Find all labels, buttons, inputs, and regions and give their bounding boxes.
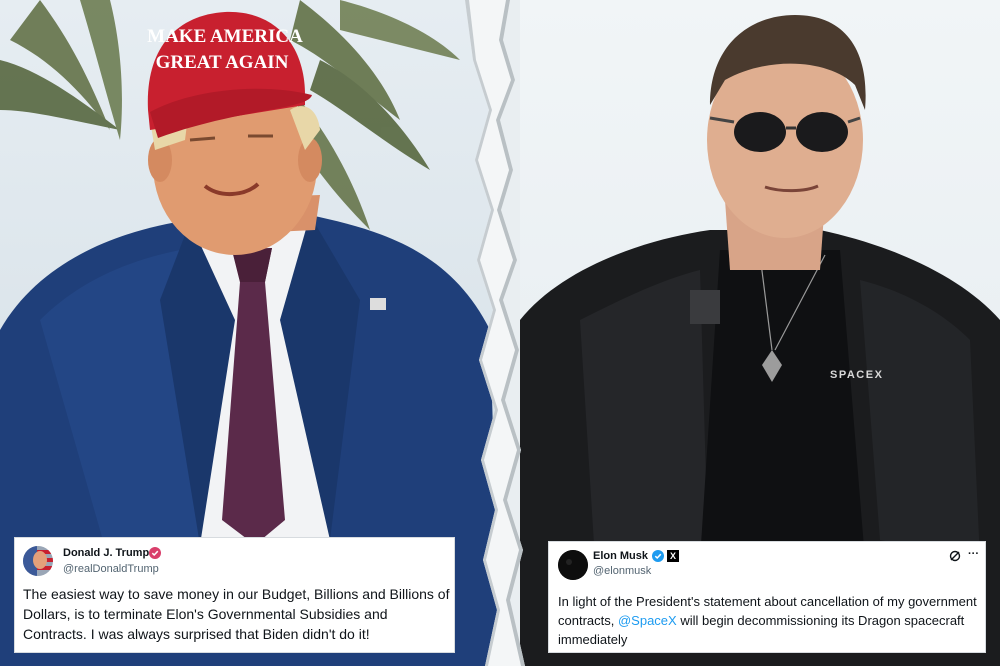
avatar-icon: [558, 550, 588, 580]
grok-icon[interactable]: [949, 550, 961, 562]
more-icon[interactable]: ···: [968, 548, 979, 560]
hat-text-line1: MAKE AMERICA: [147, 26, 303, 47]
verified-badge-icon: [149, 547, 161, 559]
author-name[interactable]: Elon Musk: [593, 550, 648, 562]
author-handle[interactable]: @elonmusk: [593, 565, 651, 577]
verified-badge-icon: [652, 550, 664, 562]
hat-text-line2: GREAT AGAIN: [156, 52, 289, 73]
x-affiliate-icon: X: [667, 550, 679, 562]
trump-avatar[interactable]: [23, 546, 53, 576]
spacex-mention-link[interactable]: @SpaceX: [618, 613, 677, 628]
flag-avatar-icon: [23, 546, 53, 576]
trump-post-card[interactable]: Donald J. Trump @realDonaldTrump The eas…: [15, 538, 454, 652]
post-text: The easiest way to save money in our Bud…: [23, 586, 450, 642]
post-text: In light of the President's statement ab…: [558, 592, 978, 649]
author-name[interactable]: Donald J. Trump: [63, 547, 149, 559]
spacex-shirt-logo: SPACEX: [830, 369, 883, 381]
t-shirt: [700, 250, 865, 560]
jacket-buckle: [690, 290, 720, 324]
flag-pin: [370, 298, 386, 310]
author-handle[interactable]: @realDonaldTrump: [63, 563, 159, 575]
composite-image: MAKE AMERICA GREAT AGAIN SPACEX Donald J…: [0, 0, 1000, 666]
musk-avatar[interactable]: [558, 550, 588, 580]
musk-post-card[interactable]: Elon Musk X @elonmusk ··· In light of th…: [549, 542, 985, 652]
